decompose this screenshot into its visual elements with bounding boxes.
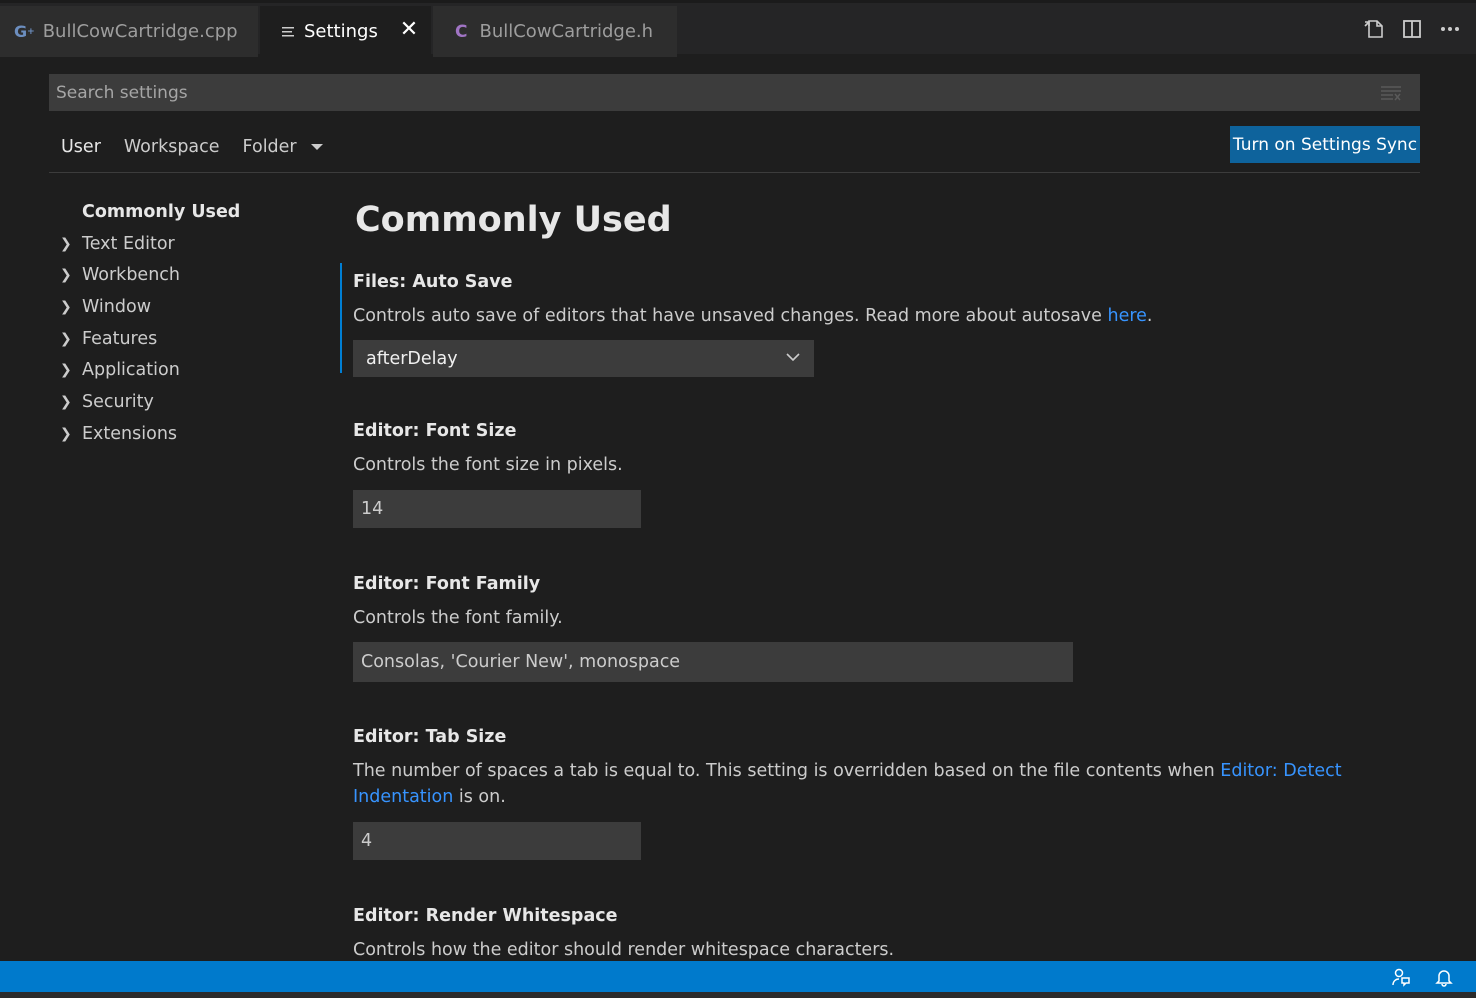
window-bottom-edge xyxy=(0,992,1476,998)
notifications-bell-icon[interactable] xyxy=(1434,967,1454,987)
tab-settings[interactable]: Settings ✕ xyxy=(260,6,431,57)
chevron-right-icon: ❯ xyxy=(60,267,72,284)
desc-text: Controls auto save of editors that have … xyxy=(353,306,1108,326)
toc-item-label: Window xyxy=(82,296,152,317)
search-input[interactable] xyxy=(49,74,1420,111)
toc-item-security[interactable]: ❯ Security xyxy=(60,386,320,418)
setting-description: The number of spaces a tab is equal to. … xyxy=(353,758,1403,810)
scope-tab-folder-label: Folder xyxy=(242,137,297,157)
chevron-right-icon: ❯ xyxy=(60,362,72,379)
select-value: afterDelay xyxy=(366,348,458,369)
chevron-right-icon: ❯ xyxy=(60,330,72,347)
settings-search-box xyxy=(49,74,1420,111)
font-family-input[interactable]: Consolas, 'Courier New', monospace xyxy=(353,642,1073,682)
desc-text: is on. xyxy=(453,787,506,807)
chevron-right-icon: ❯ xyxy=(60,298,72,315)
settings-file-icon xyxy=(282,26,296,38)
toc-item-label: Application xyxy=(82,360,180,381)
setting-key: Font Size xyxy=(425,421,517,441)
chevron-right-icon: ❯ xyxy=(60,425,72,442)
setting-description: Controls the font size in pixels. xyxy=(353,455,623,475)
setting-editor-font-size: Editor: Font Size Controls the font size… xyxy=(353,421,1413,528)
toc-item-label: Workbench xyxy=(82,265,180,286)
setting-title: Editor: Render Whitespace xyxy=(353,906,1413,932)
tab-size-input[interactable]: 4 xyxy=(353,822,641,860)
toc-item-commonly-used[interactable]: Commonly Used xyxy=(60,196,320,228)
settings-scope-tabs: User Workspace Folder xyxy=(49,126,334,172)
settings-toc: Commonly Used ❯ Text Editor ❯ Workbench ❯ W… xyxy=(60,196,320,450)
setting-category: Editor: xyxy=(353,906,426,926)
auto-save-select[interactable]: afterDelay xyxy=(353,340,814,377)
setting-files-auto-save: Files: Auto Save Controls auto save of e… xyxy=(340,263,1413,377)
setting-title: Editor: Font Family xyxy=(353,574,1413,600)
toc-item-extensions[interactable]: ❯ Extensions xyxy=(60,418,320,450)
desc-text: The number of spaces a tab is equal to. … xyxy=(353,761,1221,781)
focus-indicator xyxy=(340,263,342,373)
close-icon[interactable]: ✕ xyxy=(399,19,419,41)
setting-category: Editor: xyxy=(353,421,426,441)
scope-tab-folder[interactable]: Folder xyxy=(243,137,323,161)
setting-category: Files: xyxy=(353,272,413,292)
caret-down-icon xyxy=(310,144,323,150)
setting-category: Editor: xyxy=(353,574,426,594)
setting-key: Tab Size xyxy=(425,727,507,747)
clear-filter-icon[interactable] xyxy=(1380,84,1402,102)
setting-key: Auto Save xyxy=(412,272,513,292)
toc-item-features[interactable]: ❯ Features xyxy=(60,323,320,355)
setting-description: Controls how the editor should render wh… xyxy=(353,940,895,960)
section-title: Commonly Used xyxy=(355,200,672,240)
toc-item-label: Text Editor xyxy=(82,233,175,254)
tab-label: Settings xyxy=(304,21,378,42)
tab-label: BullCowCartridge.h xyxy=(479,21,654,42)
setting-description: Controls auto save of editors that have … xyxy=(353,303,1413,329)
setting-title: Editor: Font Size xyxy=(353,421,1413,447)
autosave-docs-link[interactable]: here xyxy=(1107,306,1146,326)
toc-item-label: Features xyxy=(82,328,158,349)
toc-item-text-editor[interactable]: ❯ Text Editor xyxy=(60,228,320,260)
setting-title: Files: Auto Save xyxy=(353,272,1413,298)
setting-description: Controls the font family. xyxy=(353,608,563,628)
setting-category: Editor: xyxy=(353,727,426,747)
header-divider xyxy=(49,172,1420,173)
chevron-right-icon: ❯ xyxy=(60,393,72,410)
tab-bullcowcartridge-h[interactable]: C BullCowCartridge.h xyxy=(433,6,677,57)
toc-item-workbench[interactable]: ❯ Workbench xyxy=(60,259,320,291)
c-header-file-icon: C xyxy=(455,21,468,42)
more-actions-icon[interactable] xyxy=(1438,17,1462,41)
chevron-down-icon xyxy=(784,348,802,371)
turn-on-settings-sync-button[interactable]: Turn on Settings Sync xyxy=(1230,126,1420,163)
scope-tab-workspace[interactable]: Workspace xyxy=(124,137,220,161)
open-settings-json-icon[interactable] xyxy=(1362,17,1386,41)
toc-item-label: Security xyxy=(82,391,154,412)
setting-key: Font Family xyxy=(425,574,541,594)
cpp-file-icon: G + xyxy=(14,22,35,41)
setting-editor-font-family: Editor: Font Family Controls the font fa… xyxy=(353,574,1413,682)
editor-tab-bar: G + BullCowCartridge.cpp Settings ✕ C Bul… xyxy=(0,0,1476,57)
split-editor-icon[interactable] xyxy=(1400,17,1424,41)
toc-item-application[interactable]: ❯ Application xyxy=(60,354,320,386)
scope-tab-user[interactable]: User xyxy=(61,137,101,161)
desc-text: . xyxy=(1146,306,1153,326)
status-bar xyxy=(0,961,1476,992)
setting-key: Render Whitespace xyxy=(425,906,618,926)
feedback-icon[interactable] xyxy=(1391,967,1411,987)
toc-item-label: Extensions xyxy=(82,423,178,444)
tab-bullcowcartridge-cpp[interactable]: G + BullCowCartridge.cpp xyxy=(0,6,258,57)
setting-editor-tab-size: Editor: Tab Size The number of spaces a … xyxy=(353,727,1413,860)
tab-label: BullCowCartridge.cpp xyxy=(42,21,238,42)
toc-item-window[interactable]: ❯ Window xyxy=(60,291,320,323)
font-size-input[interactable]: 14 xyxy=(353,490,641,528)
setting-title: Editor: Tab Size xyxy=(353,727,1413,753)
chevron-right-icon: ❯ xyxy=(60,235,72,252)
setting-editor-render-whitespace: Editor: Render Whitespace Controls how t… xyxy=(353,906,1413,963)
